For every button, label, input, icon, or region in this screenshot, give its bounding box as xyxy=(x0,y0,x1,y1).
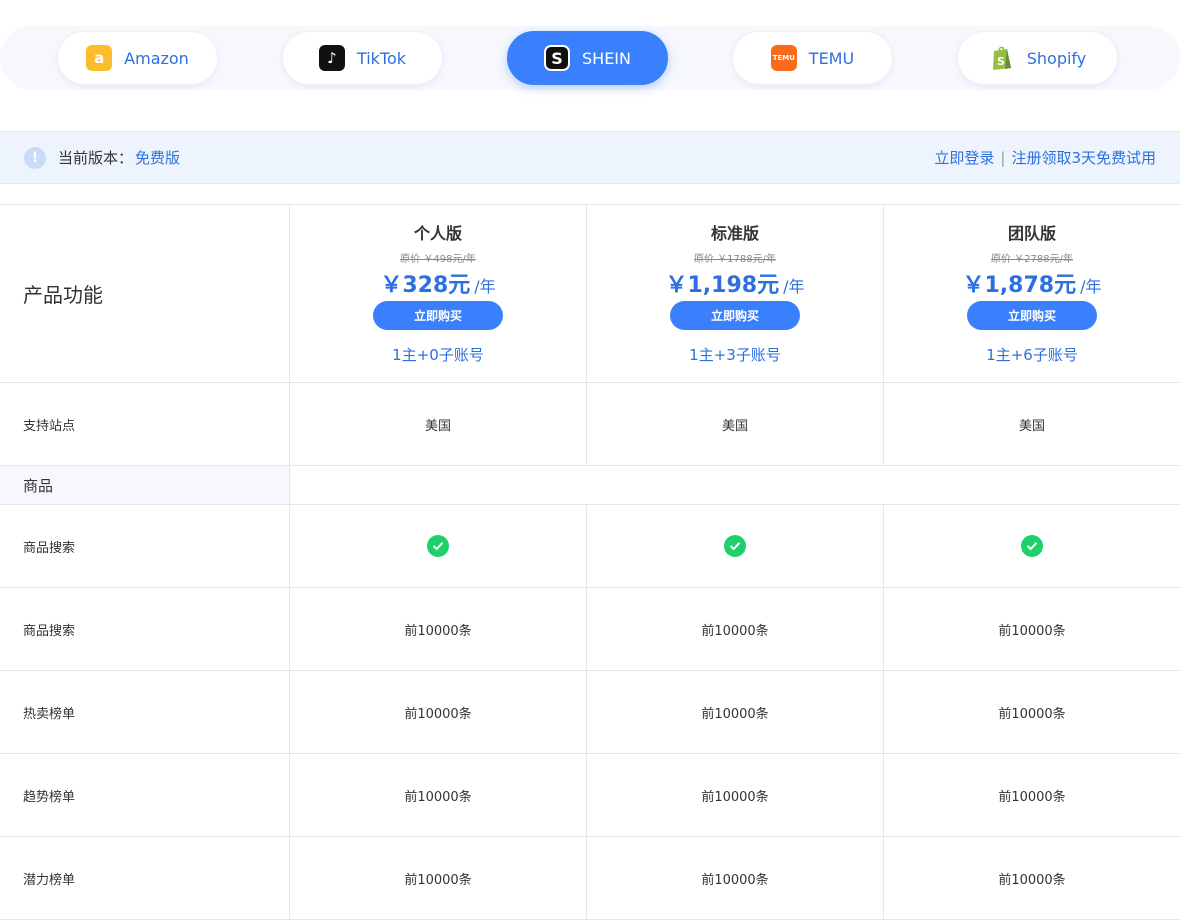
version-label: 当前版本： xyxy=(58,149,134,167)
check-icon xyxy=(427,535,449,557)
row-value: 美国 xyxy=(290,383,587,465)
row-value xyxy=(884,505,1180,587)
plan-price-amount: ￥1,198元 xyxy=(665,273,780,298)
buy-button[interactable]: 立即购买 xyxy=(373,301,503,330)
login-link[interactable]: 立即登录 xyxy=(934,147,994,168)
shein-icon: S xyxy=(544,45,570,71)
row-value: 前10000条 xyxy=(587,588,884,670)
plan-original-price: 原价 ￥2788元/年 xyxy=(991,254,1073,265)
separator: | xyxy=(1000,148,1006,167)
feature-row: 商品搜索 xyxy=(0,505,1180,588)
row-value: 前10000条 xyxy=(998,789,1066,805)
plan-name: 团队版 xyxy=(1007,224,1056,243)
tab-label: TikTok xyxy=(356,48,407,68)
tab-amazon[interactable]: a Amazon xyxy=(57,31,218,85)
shopify-icon: S xyxy=(989,45,1015,71)
register-link[interactable]: 注册领取3天免费试用 xyxy=(1011,147,1156,168)
info-icon: ! xyxy=(24,146,46,169)
plan-standard: 标准版 原价 ￥1788元/年 ￥1,198元 /年 立即购买 1主+3子账号 xyxy=(587,205,884,382)
svg-text:S: S xyxy=(997,55,1005,68)
row-label: 商品搜索 xyxy=(0,588,290,670)
row-value: 前10000条 xyxy=(587,671,884,753)
plan-price-unit: /年 xyxy=(1080,277,1102,296)
pricing-table: 产品功能 个人版 原价 ￥498元/年 ￥328元 /年 立即购买 1主+0子账… xyxy=(0,204,1180,920)
tab-label: Shopify xyxy=(1026,48,1087,68)
plan-price-amount: ￥1,878元 xyxy=(962,273,1077,298)
plan-accounts: 1主+6子账号 xyxy=(986,346,1078,364)
plan-original-price: 原价 ￥498元/年 xyxy=(400,254,476,265)
row-value xyxy=(290,505,587,587)
feature-row: 热卖榜单 前10000条 前10000条 前10000条 xyxy=(0,671,1180,754)
row-value: 前10000条 xyxy=(290,671,587,753)
tiktok-icon: ♪ xyxy=(318,45,345,71)
tab-label: Amazon xyxy=(124,48,189,68)
feature-row: 趋势榜单 前10000条 前10000条 前10000条 xyxy=(0,754,1180,837)
plan-header-row: 产品功能 个人版 原价 ￥498元/年 ￥328元 /年 立即购买 1主+0子账… xyxy=(0,205,1180,383)
tab-label: SHEIN xyxy=(582,48,631,68)
row-value: 美国 xyxy=(1018,418,1045,434)
row-value: 美国 xyxy=(587,383,884,465)
row-label: 支持站点 xyxy=(0,383,290,465)
feature-row: 潜力榜单 前10000条 前10000条 前10000条 xyxy=(0,837,1180,920)
tab-tiktok[interactable]: ♪ TikTok xyxy=(282,31,443,85)
row-label: 潜力榜单 xyxy=(0,837,290,919)
buy-button[interactable]: 立即购买 xyxy=(670,301,800,330)
row-label: 商品搜索 xyxy=(0,505,290,587)
section-header-products: 商品 xyxy=(0,466,1180,505)
plan-team: 团队版 原价 ￥2788元/年 ￥1,878元 /年 立即购买 1主+6子账号 xyxy=(884,205,1180,382)
plan-original-price: 原价 ￥1788元/年 xyxy=(694,254,776,265)
plan-personal: 个人版 原价 ￥498元/年 ￥328元 /年 立即购买 1主+0子账号 xyxy=(290,205,587,382)
plan-price: ￥1,878元 /年 xyxy=(963,267,1102,299)
supported-sites-row: 支持站点 美国 美国 美国 xyxy=(0,383,1180,466)
plan-accounts: 1主+0子账号 xyxy=(392,346,484,364)
row-value: 前10000条 xyxy=(290,837,587,919)
row-value: 前10000条 xyxy=(290,754,587,836)
row-label: 趋势榜单 xyxy=(0,754,290,836)
check-icon xyxy=(1021,535,1043,557)
tab-temu[interactable]: TEMU TEMU xyxy=(732,31,893,85)
section-fill xyxy=(290,466,1180,504)
plan-price: ￥1,198元 /年 xyxy=(666,267,805,299)
amazon-icon: a xyxy=(86,45,113,71)
temu-icon: TEMU xyxy=(770,45,797,71)
plan-name: 标准版 xyxy=(710,224,759,243)
plan-accounts: 1主+3子账号 xyxy=(689,346,781,364)
product-features-label: 产品功能 xyxy=(0,205,290,382)
feature-row: 商品搜索 前10000条 前10000条 前10000条 xyxy=(0,588,1180,671)
version-bar: ! 当前版本： 免费版 立即登录 | 注册领取3天免费试用 xyxy=(0,131,1180,184)
section-label: 商品 xyxy=(0,466,290,504)
row-value xyxy=(587,505,884,587)
row-value: 前10000条 xyxy=(587,837,884,919)
plan-price-unit: /年 xyxy=(474,277,496,296)
row-value: 前10000条 xyxy=(998,623,1066,639)
tab-label: TEMU xyxy=(808,48,855,68)
plan-name: 个人版 xyxy=(413,224,462,243)
plan-price-amount: ￥328元 xyxy=(380,273,471,298)
version-value: 免费版 xyxy=(135,149,181,167)
plan-price-unit: /年 xyxy=(783,277,805,296)
row-value: 前10000条 xyxy=(998,872,1066,888)
row-label: 热卖榜单 xyxy=(0,671,290,753)
row-value: 前10000条 xyxy=(998,706,1066,722)
platform-tabs: a Amazon ♪ TikTok S SHEIN TEMU TEMU S Sh… xyxy=(0,26,1180,90)
row-value: 前10000条 xyxy=(290,588,587,670)
tab-shein[interactable]: S SHEIN xyxy=(507,31,668,85)
tab-shopify[interactable]: S Shopify xyxy=(957,31,1118,85)
check-icon xyxy=(724,535,746,557)
buy-button[interactable]: 立即购买 xyxy=(967,301,1097,330)
plan-price: ￥328元 /年 xyxy=(380,267,495,299)
row-value: 前10000条 xyxy=(587,754,884,836)
